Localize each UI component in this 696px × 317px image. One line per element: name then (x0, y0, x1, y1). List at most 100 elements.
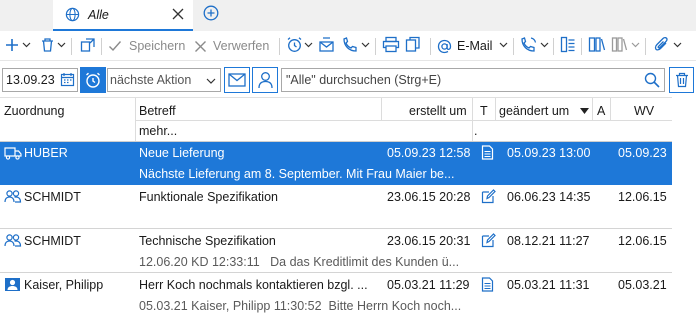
at-icon (437, 39, 452, 53)
group-icon (4, 189, 22, 204)
cell-betreff: Herr Koch nochmals kontaktieren bzgl. ..… (139, 278, 368, 292)
move-icon[interactable] (80, 37, 96, 53)
separator (513, 38, 514, 55)
cell-betreff: Neue Lieferung (139, 146, 225, 160)
cell-geaendert: 05.03.21 11:31 (507, 278, 590, 292)
date-field[interactable]: 13.09.23 (2, 68, 78, 92)
chevron-down-icon[interactable] (631, 42, 640, 48)
column-header-mehr[interactable]: mehr... (139, 124, 177, 138)
archive-icon[interactable] (588, 36, 606, 53)
contact-filter-button[interactable] (252, 67, 278, 93)
table-row[interactable]: SCHMIDT Technische Spezifikation 23.06.1… (0, 230, 672, 273)
cell-detail: 12.06.20 KD 12:33:11 Da das Kreditlimit … (139, 255, 460, 269)
close-icon[interactable] (172, 8, 184, 20)
add-tab-icon[interactable] (203, 5, 219, 21)
cell-zuordnung: SCHMIDT (24, 234, 81, 248)
separator (553, 38, 554, 55)
column-divider[interactable] (592, 98, 593, 120)
check-icon (109, 41, 122, 52)
tab-alle[interactable]: Alle (53, 0, 193, 31)
chevron-down-icon[interactable] (540, 42, 549, 48)
column-divider[interactable] (495, 98, 496, 120)
chevron-down-icon[interactable] (361, 42, 370, 48)
copy-document-icon[interactable] (405, 36, 422, 53)
column-header-a[interactable]: A (597, 104, 605, 118)
separator (581, 38, 582, 55)
chevron-down-icon[interactable] (206, 78, 216, 84)
action-select-value: nächste Aktion (110, 73, 192, 87)
table-row[interactable]: Kaiser, Philipp Herr Koch nochmals konta… (0, 274, 672, 317)
separator (101, 38, 102, 55)
column-divider[interactable] (610, 98, 611, 120)
attachment-icon[interactable] (653, 36, 670, 53)
phone-callback-icon[interactable] (341, 36, 359, 53)
cell-zuordnung: SCHMIDT (24, 190, 81, 204)
cell-erstellt: 23.06.15 20:31 (387, 234, 471, 248)
tab-title: Alle (88, 8, 109, 22)
scrollbar-area[interactable] (672, 97, 696, 317)
column-header-t[interactable]: T (480, 104, 488, 118)
search-icon[interactable] (644, 72, 660, 88)
reminder-toggle[interactable] (80, 67, 106, 93)
save-label: Speichern (129, 39, 186, 53)
save-button[interactable]: Speichern (108, 38, 185, 54)
clear-filter-button[interactable] (669, 67, 694, 93)
library-icon[interactable] (611, 36, 629, 53)
cell-geaendert: 08.12.21 11:27 (507, 234, 590, 248)
column-header-wv[interactable]: WV (634, 104, 654, 118)
add-icon[interactable] (4, 37, 20, 53)
separator (71, 38, 72, 55)
cell-betreff: Funktionale Spezifikation (139, 190, 278, 204)
column-divider[interactable] (381, 98, 382, 120)
contact-icon (4, 277, 21, 292)
cell-wv: 12.06.15 (618, 234, 667, 248)
alarm-clock-icon[interactable] (286, 36, 303, 53)
column-header-geaendert[interactable]: geändert um (499, 104, 569, 118)
cell-geaendert: 05.09.23 13:00 (507, 146, 591, 160)
phone-icon[interactable] (520, 36, 538, 53)
cell-erstellt: 23.06.15 20:28 (387, 190, 471, 204)
globe-icon (65, 7, 80, 22)
trash-icon (675, 72, 689, 88)
column-header-erstellt[interactable]: erstellt um (409, 104, 467, 118)
column-header-betreff[interactable]: Betreff (139, 104, 176, 118)
separator (645, 38, 646, 55)
chevron-down-icon[interactable] (499, 42, 508, 48)
cell-wv: 12.06.15 (618, 190, 667, 204)
column-header-zuordnung[interactable]: Zuordnung (4, 104, 64, 118)
email-button[interactable]: E-Mail (437, 38, 492, 54)
cell-erstellt: 05.09.23 12:58 (387, 146, 471, 160)
document-icon (481, 145, 494, 160)
chevron-down-icon[interactable] (673, 42, 682, 48)
cell-wv: 05.09.23 (618, 146, 667, 160)
sort-desc-icon (580, 108, 589, 114)
cell-zuordnung: HUBER (24, 146, 68, 160)
email-filter-button[interactable] (224, 67, 250, 93)
document-icon (481, 277, 494, 292)
notes-icon[interactable] (560, 36, 576, 53)
edit-icon (481, 233, 496, 248)
separator (430, 38, 431, 55)
calendar-icon[interactable] (60, 72, 75, 87)
chevron-down-icon[interactable] (57, 42, 66, 48)
email-label: E-Mail (457, 39, 493, 53)
chevron-down-icon[interactable] (304, 42, 313, 48)
chevron-down-icon[interactable] (22, 42, 31, 48)
date-value: 13.09.23 (6, 73, 55, 87)
delete-icon[interactable] (40, 37, 55, 53)
cell-detail: Nächste Lieferung am 8. September. Mit F… (139, 167, 455, 181)
discard-button[interactable]: Verwerfen (194, 38, 269, 54)
column-header-dot: . (474, 124, 478, 138)
action-select[interactable]: nächste Aktion (107, 68, 221, 92)
table-row[interactable]: HUBER Neue Lieferung 05.09.23 12:58 05.0… (0, 142, 672, 185)
cell-erstellt: 05.03.21 11:29 (387, 278, 470, 292)
separator (375, 38, 376, 55)
edit-icon (481, 189, 496, 204)
cell-betreff: Technische Spezifikation (139, 234, 276, 248)
vehicle-mail-icon[interactable] (318, 36, 336, 53)
print-icon[interactable] (382, 36, 400, 53)
cell-wv: 05.03.21 (618, 278, 667, 292)
table-row[interactable]: SCHMIDT Funktionale Spezifikation 23.06.… (0, 186, 672, 229)
x-icon (195, 40, 206, 52)
search-input[interactable]: "Alle" durchsuchen (Strg+E) (281, 68, 665, 92)
